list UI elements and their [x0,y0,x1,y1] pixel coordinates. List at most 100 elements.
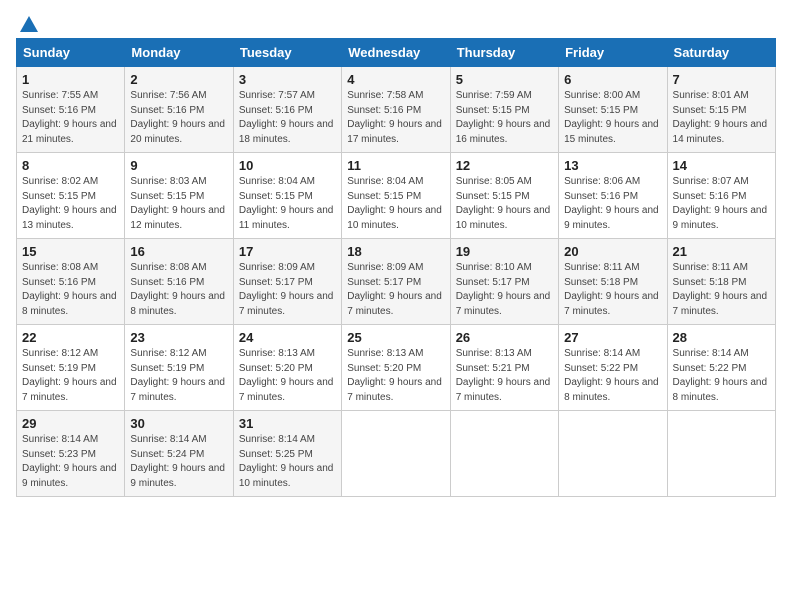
day-number: 31 [239,416,336,431]
day-number: 28 [673,330,770,345]
calendar-cell: 6 Sunrise: 8:00 AM Sunset: 5:15 PM Dayli… [559,67,667,153]
day-of-week-sunday: Sunday [17,39,125,67]
calendar-cell: 31 Sunrise: 8:14 AM Sunset: 5:25 PM Dayl… [233,411,341,497]
calendar-cell: 24 Sunrise: 8:13 AM Sunset: 5:20 PM Dayl… [233,325,341,411]
calendar-cell: 22 Sunrise: 8:12 AM Sunset: 5:19 PM Dayl… [17,325,125,411]
day-number: 30 [130,416,227,431]
calendar-cell: 19 Sunrise: 8:10 AM Sunset: 5:17 PM Dayl… [450,239,558,325]
day-number: 18 [347,244,444,259]
day-number: 24 [239,330,336,345]
day-number: 6 [564,72,661,87]
day-info: Sunrise: 8:14 AM Sunset: 5:25 PM Dayligh… [239,433,336,491]
day-info: Sunrise: 8:11 AM Sunset: 5:18 PM Dayligh… [564,261,661,319]
calendar-cell: 26 Sunrise: 8:13 AM Sunset: 5:21 PM Dayl… [450,325,558,411]
calendar-cell: 8 Sunrise: 8:02 AM Sunset: 5:15 PM Dayli… [17,153,125,239]
day-number: 27 [564,330,661,345]
day-number: 4 [347,72,444,87]
calendar-cell: 17 Sunrise: 8:09 AM Sunset: 5:17 PM Dayl… [233,239,341,325]
day-of-week-saturday: Saturday [667,39,775,67]
day-info: Sunrise: 8:13 AM Sunset: 5:20 PM Dayligh… [239,347,336,405]
day-info: Sunrise: 8:02 AM Sunset: 5:15 PM Dayligh… [22,175,119,233]
day-number: 2 [130,72,227,87]
calendar-cell: 23 Sunrise: 8:12 AM Sunset: 5:19 PM Dayl… [125,325,233,411]
day-info: Sunrise: 8:13 AM Sunset: 5:21 PM Dayligh… [456,347,553,405]
day-number: 5 [456,72,553,87]
calendar-cell: 12 Sunrise: 8:05 AM Sunset: 5:15 PM Dayl… [450,153,558,239]
day-number: 8 [22,158,119,173]
day-number: 9 [130,158,227,173]
day-info: Sunrise: 8:14 AM Sunset: 5:22 PM Dayligh… [564,347,661,405]
calendar-cell: 28 Sunrise: 8:14 AM Sunset: 5:22 PM Dayl… [667,325,775,411]
calendar-cell: 7 Sunrise: 8:01 AM Sunset: 5:15 PM Dayli… [667,67,775,153]
calendar-cell: 14 Sunrise: 8:07 AM Sunset: 5:16 PM Dayl… [667,153,775,239]
calendar-cell: 29 Sunrise: 8:14 AM Sunset: 5:23 PM Dayl… [17,411,125,497]
calendar-cell: 4 Sunrise: 7:58 AM Sunset: 5:16 PM Dayli… [342,67,450,153]
calendar-cell: 30 Sunrise: 8:14 AM Sunset: 5:24 PM Dayl… [125,411,233,497]
day-number: 15 [22,244,119,259]
calendar-cell: 5 Sunrise: 7:59 AM Sunset: 5:15 PM Dayli… [450,67,558,153]
day-number: 1 [22,72,119,87]
day-info: Sunrise: 8:09 AM Sunset: 5:17 PM Dayligh… [347,261,444,319]
day-number: 3 [239,72,336,87]
day-number: 7 [673,72,770,87]
day-info: Sunrise: 8:06 AM Sunset: 5:16 PM Dayligh… [564,175,661,233]
day-number: 13 [564,158,661,173]
day-number: 10 [239,158,336,173]
day-info: Sunrise: 8:04 AM Sunset: 5:15 PM Dayligh… [347,175,444,233]
calendar-cell: 21 Sunrise: 8:11 AM Sunset: 5:18 PM Dayl… [667,239,775,325]
day-info: Sunrise: 8:05 AM Sunset: 5:15 PM Dayligh… [456,175,553,233]
day-number: 19 [456,244,553,259]
day-info: Sunrise: 8:04 AM Sunset: 5:15 PM Dayligh… [239,175,336,233]
day-info: Sunrise: 8:07 AM Sunset: 5:16 PM Dayligh… [673,175,770,233]
day-of-week-wednesday: Wednesday [342,39,450,67]
day-of-week-thursday: Thursday [450,39,558,67]
calendar-cell: 18 Sunrise: 8:09 AM Sunset: 5:17 PM Dayl… [342,239,450,325]
calendar-cell: 9 Sunrise: 8:03 AM Sunset: 5:15 PM Dayli… [125,153,233,239]
day-number: 14 [673,158,770,173]
page-header [16,16,776,30]
day-info: Sunrise: 8:11 AM Sunset: 5:18 PM Dayligh… [673,261,770,319]
day-info: Sunrise: 8:09 AM Sunset: 5:17 PM Dayligh… [239,261,336,319]
day-info: Sunrise: 8:14 AM Sunset: 5:23 PM Dayligh… [22,433,119,491]
day-info: Sunrise: 7:57 AM Sunset: 5:16 PM Dayligh… [239,89,336,147]
day-number: 20 [564,244,661,259]
calendar-cell [342,411,450,497]
day-number: 17 [239,244,336,259]
day-number: 11 [347,158,444,173]
day-info: Sunrise: 7:58 AM Sunset: 5:16 PM Dayligh… [347,89,444,147]
day-info: Sunrise: 8:12 AM Sunset: 5:19 PM Dayligh… [22,347,119,405]
day-info: Sunrise: 8:10 AM Sunset: 5:17 PM Dayligh… [456,261,553,319]
day-info: Sunrise: 7:59 AM Sunset: 5:15 PM Dayligh… [456,89,553,147]
day-number: 16 [130,244,227,259]
day-info: Sunrise: 8:14 AM Sunset: 5:22 PM Dayligh… [673,347,770,405]
calendar-cell [559,411,667,497]
calendar-cell: 3 Sunrise: 7:57 AM Sunset: 5:16 PM Dayli… [233,67,341,153]
day-info: Sunrise: 8:01 AM Sunset: 5:15 PM Dayligh… [673,89,770,147]
day-number: 29 [22,416,119,431]
calendar-cell: 20 Sunrise: 8:11 AM Sunset: 5:18 PM Dayl… [559,239,667,325]
day-of-week-tuesday: Tuesday [233,39,341,67]
day-number: 26 [456,330,553,345]
calendar-table: SundayMondayTuesdayWednesdayThursdayFrid… [16,38,776,497]
day-info: Sunrise: 8:14 AM Sunset: 5:24 PM Dayligh… [130,433,227,491]
day-info: Sunrise: 8:00 AM Sunset: 5:15 PM Dayligh… [564,89,661,147]
day-number: 23 [130,330,227,345]
day-info: Sunrise: 8:03 AM Sunset: 5:15 PM Dayligh… [130,175,227,233]
logo-icon [18,14,40,36]
day-info: Sunrise: 7:55 AM Sunset: 5:16 PM Dayligh… [22,89,119,147]
day-number: 22 [22,330,119,345]
day-number: 25 [347,330,444,345]
day-info: Sunrise: 8:13 AM Sunset: 5:20 PM Dayligh… [347,347,444,405]
day-number: 12 [456,158,553,173]
day-info: Sunrise: 8:12 AM Sunset: 5:19 PM Dayligh… [130,347,227,405]
calendar-cell: 13 Sunrise: 8:06 AM Sunset: 5:16 PM Dayl… [559,153,667,239]
logo [16,16,40,30]
day-info: Sunrise: 7:56 AM Sunset: 5:16 PM Dayligh… [130,89,227,147]
calendar-cell: 16 Sunrise: 8:08 AM Sunset: 5:16 PM Dayl… [125,239,233,325]
calendar-cell [450,411,558,497]
day-of-week-friday: Friday [559,39,667,67]
calendar-cell: 27 Sunrise: 8:14 AM Sunset: 5:22 PM Dayl… [559,325,667,411]
day-info: Sunrise: 8:08 AM Sunset: 5:16 PM Dayligh… [130,261,227,319]
calendar-cell: 15 Sunrise: 8:08 AM Sunset: 5:16 PM Dayl… [17,239,125,325]
day-of-week-monday: Monday [125,39,233,67]
